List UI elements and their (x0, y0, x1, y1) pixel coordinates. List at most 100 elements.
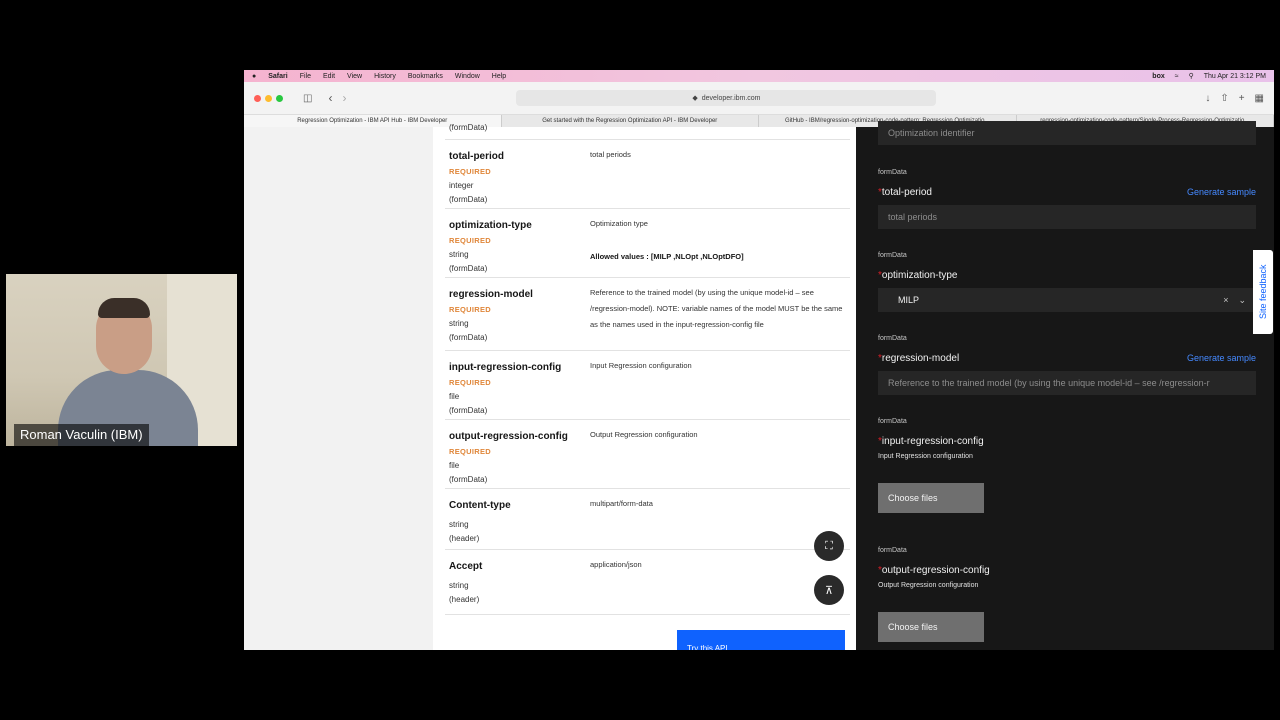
param-type: string (449, 319, 469, 328)
menu-edit[interactable]: Edit (323, 73, 335, 80)
search-icon[interactable]: ⚲ (1189, 72, 1194, 80)
participant-name: Roman Vaculin (IBM) (14, 424, 149, 446)
param-required: REQUIRED (449, 167, 491, 176)
formdata-label: formData (878, 547, 907, 554)
fullscreen-icon[interactable]: ⛶ (814, 531, 844, 561)
page-content: (formData) total-period REQUIRED integer… (244, 121, 1274, 650)
close-window-button[interactable] (254, 94, 261, 102)
param-name: total-period (449, 151, 504, 162)
input-config-label: *input-regression-config (878, 436, 984, 447)
back-icon[interactable]: ‹ (328, 91, 332, 105)
forward-icon[interactable]: › (342, 91, 346, 105)
menu-file[interactable]: File (300, 73, 311, 80)
lock-icon: ◆ (692, 95, 698, 102)
optimization-type-value: MILP (898, 295, 920, 305)
output-config-label: *output-regression-config (878, 565, 990, 576)
param-in-fragment: (formData) (449, 123, 488, 132)
param-description: application/json (590, 560, 642, 569)
menubar-clock[interactable]: Thu Apr 21 3:12 PM (1204, 73, 1266, 80)
param-name: Accept (449, 561, 483, 572)
param-description: Optimization type (590, 219, 648, 228)
menu-help[interactable]: Help (492, 73, 506, 80)
download-icon[interactable]: ↓ (1205, 93, 1210, 104)
input-config-description: Input Regression configuration (878, 453, 973, 460)
menu-view[interactable]: View (347, 73, 362, 80)
try-this-api-button[interactable]: Try this API (677, 630, 845, 650)
regression-model-input[interactable]: Reference to the trained model (by using… (878, 371, 1256, 395)
formdata-label: formData (878, 169, 907, 176)
site-feedback-tab[interactable]: Site feedback (1253, 250, 1273, 334)
input-config-choose-files-button[interactable]: Choose files (878, 483, 984, 513)
param-description: Input Regression configuration (590, 361, 692, 370)
param-type: integer (449, 181, 474, 190)
param-row-accept: Accept string (header) application/json (445, 549, 850, 615)
chevron-down-icon[interactable]: ⌄ (1238, 295, 1246, 306)
mac-menubar: ● Safari File Edit View History Bookmark… (244, 70, 1274, 82)
param-allowed-values: Allowed values : [MILP ,NLOpt ,NLOptDFO] (590, 252, 744, 261)
formdata-label: formData (878, 418, 907, 425)
param-row-total-period: total-period REQUIRED integer (formData)… (445, 139, 850, 209)
param-in: (formData) (449, 333, 488, 342)
total-period-label: *total-period (878, 187, 932, 198)
optimization-type-select[interactable]: MILP × ⌄ (878, 288, 1256, 312)
param-row-regression-model: regression-model REQUIRED string (formDa… (445, 277, 850, 351)
param-description: Output Regression configuration (590, 430, 698, 439)
wifi-icon[interactable]: ≈ (1175, 73, 1179, 80)
param-in: (formData) (449, 475, 488, 484)
param-row-optimization-type: optimization-type REQUIRED string (formD… (445, 208, 850, 278)
regression-model-label: *regression-model (878, 353, 960, 364)
param-description: Reference to the trained model (by using… (590, 288, 843, 329)
generate-sample-link[interactable]: Generate sample (1187, 353, 1256, 363)
address-text: developer.ibm.com (701, 94, 761, 102)
param-required: REQUIRED (449, 378, 491, 387)
apple-icon[interactable]: ● (252, 73, 256, 80)
param-in: (formData) (449, 264, 488, 273)
param-name: optimization-type (449, 220, 532, 231)
param-description: total periods (590, 150, 631, 159)
participant-hair (98, 298, 150, 318)
tab-overview-icon[interactable]: ▦ (1255, 93, 1264, 104)
browser-toolbar: ◫ ‹ › ◆ developer.ibm.com ↓ ⇧ + ▦ (244, 82, 1274, 115)
parameters-table: (formData) total-period REQUIRED integer… (433, 123, 856, 650)
participant-video: Roman Vaculin (IBM) (6, 274, 237, 446)
param-row-content-type: Content-type string (header) multipart/f… (445, 488, 850, 550)
param-type: string (449, 581, 469, 590)
param-type: file (449, 461, 460, 470)
param-required: REQUIRED (449, 447, 491, 456)
param-in: (formData) (449, 195, 488, 204)
address-bar[interactable]: ◆ developer.ibm.com (516, 90, 937, 106)
param-name: output-regression-config (449, 431, 568, 442)
menu-bookmarks[interactable]: Bookmarks (408, 73, 443, 80)
formdata-label: formData (878, 335, 907, 342)
param-type: string (449, 250, 469, 259)
menu-window[interactable]: Window (455, 73, 480, 80)
box-status-label[interactable]: box (1152, 73, 1164, 80)
left-navigation-pane (244, 127, 433, 650)
param-in: (formData) (449, 406, 488, 415)
menu-safari[interactable]: Safari (268, 73, 287, 80)
param-in: (header) (449, 595, 480, 604)
share-icon[interactable]: ⇧ (1220, 93, 1228, 104)
param-type: string (449, 520, 469, 529)
output-config-choose-files-button[interactable]: Choose files (878, 612, 984, 642)
param-required: REQUIRED (449, 305, 491, 314)
shared-screen: ● Safari File Edit View History Bookmark… (244, 70, 1274, 650)
param-description: multipart/form-data (590, 499, 653, 508)
total-period-input[interactable]: total periods (878, 205, 1256, 229)
sidebar-toggle-icon[interactable]: ◫ (303, 93, 312, 104)
zoom-window-button[interactable] (276, 94, 283, 102)
clear-icon[interactable]: × (1223, 295, 1228, 306)
menu-history[interactable]: History (374, 73, 396, 80)
param-name: input-regression-config (449, 362, 562, 373)
optimization-type-label: *optimization-type (878, 270, 958, 281)
minimize-window-button[interactable] (265, 94, 272, 102)
output-config-description: Output Regression configuration (878, 582, 979, 589)
param-required: REQUIRED (449, 236, 491, 245)
new-tab-icon[interactable]: + (1239, 93, 1245, 104)
optimization-id-input[interactable]: Optimization identifier (878, 121, 1256, 145)
param-row-output-regression-config: output-regression-config REQUIRED file (… (445, 419, 850, 489)
tab-get-started[interactable]: Get started with the Regression Optimiza… (502, 115, 759, 127)
generate-sample-link[interactable]: Generate sample (1187, 187, 1256, 197)
scroll-to-top-icon[interactable]: ⊼ (814, 575, 844, 605)
formdata-label: formData (878, 252, 907, 259)
